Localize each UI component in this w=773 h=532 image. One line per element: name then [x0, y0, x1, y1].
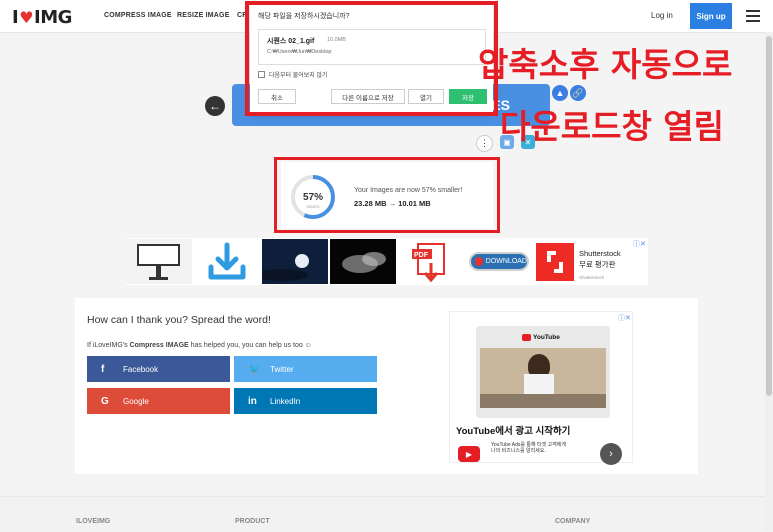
- google-share-button[interactable]: G Google: [87, 388, 230, 414]
- annotation-line-1: 압축소후 자동으로: [478, 45, 733, 84]
- youtube-ad-photo: [480, 348, 606, 408]
- share-link-icon[interactable]: 🔗: [570, 85, 586, 101]
- page-scrollbar[interactable]: [765, 32, 773, 531]
- adchoices-icon[interactable]: ⓘ✕: [633, 239, 646, 249]
- youtube-ad-image: YouTube: [476, 326, 610, 418]
- download-arrow-icon: [208, 242, 246, 280]
- moon-image: [256, 254, 309, 281]
- facebook-share-button[interactable]: f Facebook: [87, 356, 230, 382]
- footer-col-iloveimg[interactable]: ILOVEIMG: [76, 518, 110, 525]
- signup-button[interactable]: Sign up: [690, 3, 732, 29]
- shutterstock-offer: 무료 평가판: [579, 260, 616, 269]
- nav-resize-image[interactable]: RESIZE IMAGE: [177, 12, 230, 19]
- youtube-logo-text: YouTube: [533, 334, 560, 341]
- smoke-image: [342, 252, 386, 273]
- ad-smoke-tile[interactable]: [330, 239, 396, 284]
- share-subtitle: If iLoveIMG's Compress IMAGE has helped …: [87, 342, 312, 349]
- ad-billboard-tile[interactable]: [125, 239, 192, 284]
- billboard-icon: [137, 244, 180, 280]
- login-link[interactable]: Log in: [651, 11, 673, 20]
- more-options-icon[interactable]: ⋮: [476, 135, 493, 152]
- shutterstock-small: Shutterstock: [579, 275, 605, 280]
- youtube-ad-headline: YouTube에서 광고 시작하기: [456, 426, 571, 437]
- youtube-ad-description: YouTube Ads를 통해 타겟 고객에게 나의 비즈니스를 알리세요.: [491, 442, 566, 454]
- shutterstock-logo-icon: [536, 243, 574, 281]
- download-badge-icon: [475, 257, 483, 266]
- shutterstock-name: Shutterstock: [579, 249, 621, 258]
- youtube-ad[interactable]: ⓘ✕ YouTube YouTube에서 광고 시작하기 ▶ YouTube A…: [449, 311, 633, 465]
- youtube-logo-icon: [522, 334, 531, 341]
- ad-banner-strip[interactable]: PDF DOWNLOAD Shutterstock 무료 평가판 Shutter…: [125, 238, 648, 285]
- highlight-box-dialog: [245, 1, 498, 116]
- nav-compress-image[interactable]: COMPRESS IMAGE: [104, 12, 172, 19]
- twitter-icon: 🐦: [248, 363, 261, 375]
- google-drive-icon[interactable]: ▲: [552, 85, 568, 101]
- linkedin-icon: in: [248, 395, 257, 407]
- highlight-box-savings: [274, 157, 500, 233]
- twitter-share-button[interactable]: 🐦 Twitter: [234, 356, 377, 382]
- footer-col-product[interactable]: PRODUCT: [235, 518, 270, 525]
- chevron-right-icon[interactable]: ›: [600, 443, 622, 465]
- ad-pdf-tile[interactable]: PDF: [398, 239, 464, 284]
- footer-col-company[interactable]: COMPANY: [555, 518, 590, 525]
- logo-text-right: IMG: [34, 7, 72, 28]
- footer: ILOVEIMG PRODUCT COMPANY: [0, 496, 765, 532]
- pdf-download-icon: PDF: [412, 243, 445, 283]
- iloveimg-logo[interactable]: I ♥ IMG: [12, 7, 72, 28]
- share-section: How can I thank you? Spread the word! If…: [75, 298, 698, 474]
- ad-shutterstock-tile[interactable]: Shutterstock 무료 평가판 Shutterstock: [534, 239, 646, 284]
- google-icon: G: [101, 395, 109, 407]
- youtube-play-icon: ▶: [458, 446, 480, 462]
- facebook-icon: f: [101, 363, 105, 375]
- heart-icon: ♥: [19, 8, 34, 27]
- hamburger-menu-icon[interactable]: [746, 10, 760, 25]
- logo-text-left: I: [12, 7, 19, 28]
- pdf-label: PDF: [414, 252, 429, 259]
- ad-download-badge-tile[interactable]: DOWNLOAD: [466, 239, 532, 284]
- share-title: How can I thank you? Spread the word!: [87, 314, 271, 326]
- back-arrow-icon[interactable]: ←: [205, 96, 225, 116]
- ad-close-icon[interactable]: ⓘ✕: [618, 313, 631, 323]
- ad-night-sky-tile[interactable]: [256, 239, 328, 284]
- download-badge-label: DOWNLOAD: [485, 258, 527, 265]
- annotation-line-2: 다운로드창 열림: [500, 107, 725, 146]
- linkedin-share-button[interactable]: in LinkedIn: [234, 388, 377, 414]
- ad-download-arrow-tile[interactable]: [194, 239, 260, 284]
